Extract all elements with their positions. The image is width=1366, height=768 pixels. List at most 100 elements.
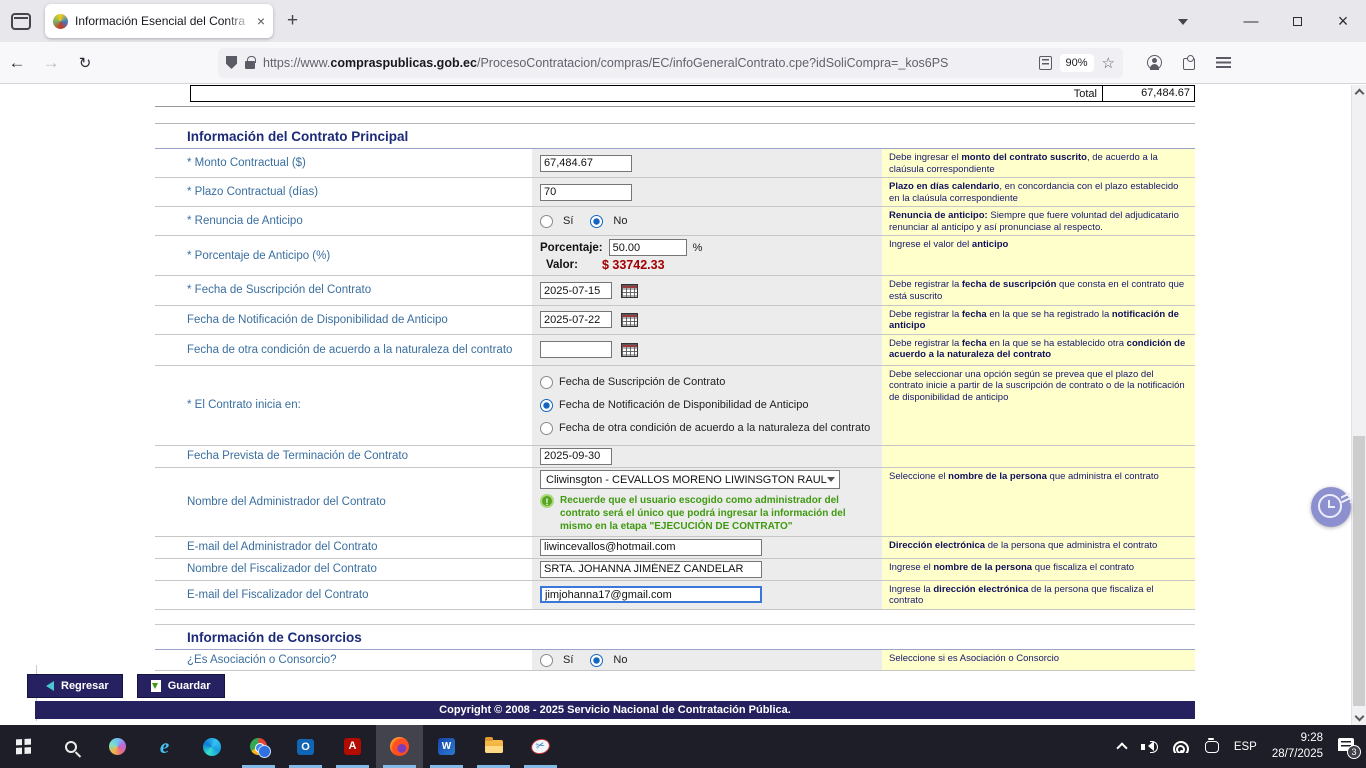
connect-device-icon[interactable] <box>1205 741 1219 753</box>
form-row-inicia: * El Contrato inicia en:Fecha de Suscrip… <box>155 366 1195 446</box>
scrollbar[interactable] <box>1351 85 1366 725</box>
input-fecha-otra[interactable] <box>540 341 612 358</box>
field-help-fecha-notificacion: Debe registrar la fecha en la que se ha … <box>882 306 1195 334</box>
floating-timer-widget[interactable] <box>1311 487 1351 527</box>
wing-icon <box>1341 493 1353 503</box>
field-control-anticipo: Porcentaje:%Valor:$ 33742.33 <box>532 236 882 275</box>
copyright-footer: Copyright © 2008 - 2025 Servicio Naciona… <box>35 701 1195 719</box>
field-control-consorcio: SíNo <box>532 650 882 670</box>
screen: Información Esencial del Contra × + — × … <box>0 0 1366 768</box>
calendar-icon[interactable] <box>621 313 638 327</box>
extensions-icon[interactable] <box>1183 58 1195 70</box>
input-porcentaje[interactable] <box>609 239 687 256</box>
menu-icon[interactable] <box>1216 57 1231 68</box>
scrollbar-thumb[interactable] <box>1353 436 1365 706</box>
taskbar-copilot-button[interactable] <box>94 725 141 768</box>
taskbar-edge-button[interactable] <box>188 725 235 768</box>
tab-close-icon[interactable]: × <box>257 13 265 29</box>
input-fecha-terminacion[interactable] <box>540 448 612 465</box>
tracking-shield-icon[interactable] <box>226 56 237 69</box>
scroll-down-icon[interactable] <box>1354 712 1364 722</box>
reader-mode-icon[interactable] <box>1039 56 1052 70</box>
radio-consorcio-si[interactable] <box>540 654 553 667</box>
radio-renuncia-si[interactable] <box>540 215 553 228</box>
field-label-plazo: * Plazo Contractual (días) <box>155 178 532 206</box>
form-row-fecha-notificacion: Fecha de Notificación de Disponibilidad … <box>155 306 1195 335</box>
tray-overflow-chevron-icon[interactable] <box>1116 742 1127 753</box>
ie-icon: e <box>160 734 169 759</box>
radio-renuncia-no[interactable] <box>590 215 603 228</box>
input-fecha-suscripcion[interactable] <box>540 282 612 299</box>
taskbar-start-button[interactable] <box>0 725 47 768</box>
notification-center-icon[interactable]: 3 <box>1338 738 1358 756</box>
back-button[interactable]: ← <box>0 53 34 73</box>
browser-tab[interactable]: Información Esencial del Contra × <box>45 4 273 38</box>
input-plazo[interactable] <box>540 184 632 201</box>
calendar-icon[interactable] <box>621 284 638 298</box>
valor-label: Valor: <box>546 259 578 271</box>
tab-title: Información Esencial del Contra <box>75 14 253 28</box>
taskbar-word-button[interactable]: W <box>423 725 470 768</box>
forward-button[interactable]: → <box>34 53 68 73</box>
input-fecha-notificacion[interactable] <box>540 311 612 328</box>
taskbar-explorer-button[interactable] <box>470 725 517 768</box>
tray-date: 28/7/2025 <box>1272 748 1323 760</box>
taskbar-ie-button[interactable]: e <box>141 725 188 768</box>
back-arrow-icon <box>41 681 54 691</box>
form-rows-contrato: * Monto Contractual ($)Debe ingresar el … <box>155 149 1195 610</box>
form-actions: Regresar Guardar <box>27 674 225 698</box>
field-help-inicia: Debe seleccionar una opción según se pre… <box>882 366 1195 445</box>
url-bar[interactable]: https://www.compraspublicas.gob.ec/Proce… <box>218 48 1123 78</box>
minimize-button[interactable]: — <box>1228 0 1274 42</box>
field-help-email-administrador: Dirección electrónica de la persona que … <box>882 537 1195 558</box>
volume-icon[interactable] <box>1141 740 1158 753</box>
reload-button[interactable]: ↻ <box>68 54 102 72</box>
scroll-up-icon[interactable] <box>1354 89 1364 99</box>
new-tab-button[interactable]: + <box>287 10 298 32</box>
radio-inicia-2[interactable] <box>540 422 553 435</box>
form-row-monto: * Monto Contractual ($)Debe ingresar el … <box>155 149 1195 178</box>
site-favicon-icon <box>53 14 68 29</box>
form-row-plazo: * Plazo Contractual (días)Plazo en días … <box>155 178 1195 207</box>
chrome-icon <box>250 738 267 755</box>
input-monto[interactable] <box>540 155 632 172</box>
wifi-icon[interactable] <box>1173 741 1190 753</box>
taskbar-outlook-button[interactable]: O <box>282 725 329 768</box>
taskbar-chrome-button[interactable] <box>235 725 282 768</box>
bookmark-star-icon[interactable]: ☆ <box>1102 54 1115 72</box>
radio-consorcio-no[interactable] <box>590 654 603 667</box>
snipping-icon: ✂ <box>529 737 551 756</box>
field-control-email-fiscalizador <box>532 581 882 609</box>
language-indicator[interactable]: ESP <box>1234 741 1257 753</box>
radio-option-label: Fecha de Suscripción de Contrato <box>559 376 725 388</box>
percent-sign: % <box>693 242 703 254</box>
input-email-administrador[interactable] <box>540 539 762 556</box>
restore-button[interactable] <box>1274 0 1320 42</box>
explorer-icon <box>485 740 503 753</box>
zoom-level[interactable]: 90% <box>1060 54 1094 72</box>
account-icon[interactable] <box>1147 55 1162 70</box>
field-help-fecha-terminacion <box>882 446 1195 467</box>
taskbar-firefox-button[interactable] <box>376 725 423 768</box>
radio-inicia-0[interactable] <box>540 376 553 389</box>
acrobat-icon: A <box>344 738 361 755</box>
form-row-email-fiscalizador: E-mail del Fiscalizador del ContratoIngr… <box>155 581 1195 610</box>
select-administrador[interactable]: Cliwinsgton - CEVALLOS MORENO LIWINSGTON… <box>540 470 840 489</box>
guardar-button[interactable]: Guardar <box>137 674 225 698</box>
input-email-fiscalizador[interactable] <box>540 586 762 603</box>
taskbar-acrobat-button[interactable]: A <box>329 725 376 768</box>
lock-icon[interactable] <box>245 61 255 69</box>
taskbar-snipping-button[interactable]: ✂ <box>517 725 564 768</box>
regresar-button[interactable]: Regresar <box>27 674 123 698</box>
firefox-icon <box>390 737 409 756</box>
input-fiscalizador[interactable] <box>540 561 762 578</box>
field-help-email-fiscalizador: Ingrese la dirección electrónica de la p… <box>882 581 1195 609</box>
calendar-icon[interactable] <box>621 343 638 357</box>
close-button[interactable]: × <box>1320 0 1366 42</box>
field-label-email-administrador: E-mail del Administrador del Contrato <box>155 537 532 558</box>
taskbar-search-button[interactable] <box>47 725 94 768</box>
taskbar-clock[interactable]: 9:28 28/7/2025 <box>1272 731 1323 762</box>
tab-list-chevron-icon[interactable] <box>1178 19 1188 30</box>
radio-inicia-1[interactable] <box>540 399 553 412</box>
firefox-view-icon[interactable] <box>11 13 31 30</box>
